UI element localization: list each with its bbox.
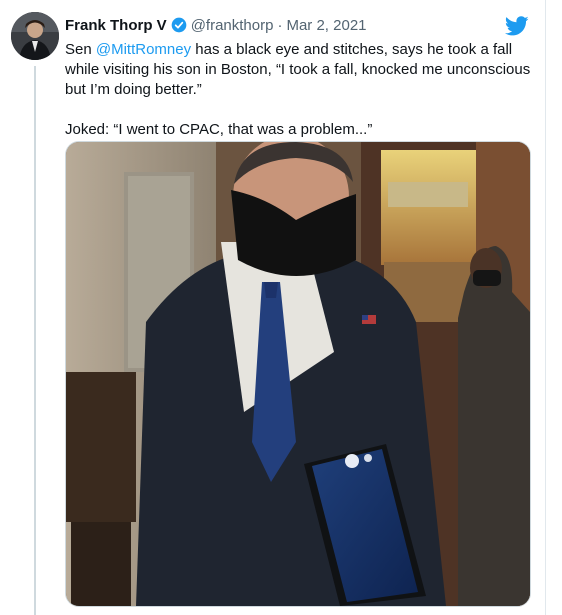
- tweet-paragraph-1: Sen @MittRomney has a black eye and stit…: [65, 40, 535, 100]
- twitter-bird-icon[interactable]: [504, 14, 529, 38]
- tweet-date[interactable]: Mar 2, 2021: [286, 17, 366, 34]
- author-avatar[interactable]: [11, 12, 59, 60]
- verified-badge-icon: [171, 17, 187, 33]
- tweet-text: Sen @MittRomney has a black eye and stit…: [65, 40, 535, 140]
- author-name[interactable]: Frank Thorp V: [65, 17, 167, 34]
- photo-illustration: [66, 142, 530, 606]
- tweet-header: Frank Thorp V @frankthorp · Mar 2, 2021: [65, 14, 367, 36]
- mention-link[interactable]: @MittRomney: [96, 41, 191, 58]
- thread-line: [34, 66, 36, 615]
- text-prefix: Sen: [65, 41, 96, 58]
- tweet-card[interactable]: Frank Thorp V @frankthorp · Mar 2, 2021 …: [0, 0, 546, 615]
- separator-dot: ·: [277, 16, 283, 34]
- tweet-paragraph-2: Joked: “I went to CPAC, that was a probl…: [65, 121, 373, 138]
- tweet-photo[interactable]: [65, 141, 531, 607]
- author-handle[interactable]: @frankthorp: [191, 17, 274, 34]
